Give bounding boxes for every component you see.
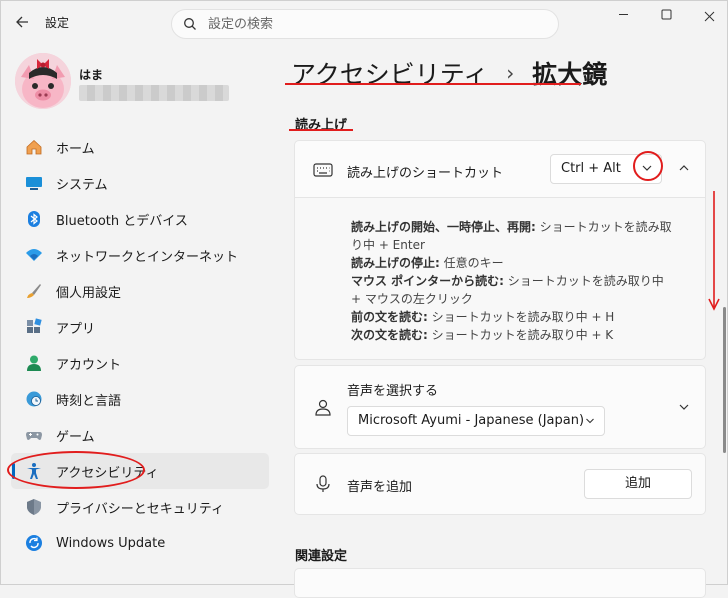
sidebar-item-label: 時刻と言語: [56, 393, 122, 409]
chevron-down-icon[interactable]: [677, 400, 691, 414]
search-input[interactable]: [208, 15, 538, 33]
annotation-underline: [285, 83, 581, 85]
sidebar-item-label: Windows Update: [56, 535, 166, 551]
brush-icon: [24, 281, 44, 301]
annotation-arrow-icon: [708, 191, 720, 311]
add-voice-button[interactable]: 追加: [584, 469, 692, 499]
shortcut-dropdown-value: Ctrl + Alt: [561, 161, 621, 176]
home-icon: [24, 137, 44, 157]
annotation-circle: [633, 151, 663, 181]
bluetooth-icon: [24, 209, 44, 229]
voice-card[interactable]: 音声を選択する Microsoft Ayumi - Japanese (Japa…: [294, 365, 706, 449]
user-name: はま: [79, 68, 104, 82]
minimize-icon: [618, 14, 628, 15]
update-icon: [24, 533, 44, 553]
sidebar-item-label: ホーム: [56, 141, 95, 157]
back-arrow-icon: [16, 16, 28, 28]
back-button[interactable]: [11, 12, 33, 32]
microphone-icon: [316, 475, 330, 492]
close-icon: [704, 11, 714, 22]
sidebar-item-label: ネットワークとインターネット: [56, 249, 239, 265]
monitor-icon: [24, 173, 44, 193]
scrollbar-thumb[interactable]: [723, 307, 726, 453]
sidebar-item-windows-update[interactable]: Windows Update: [11, 525, 269, 561]
speaker-person-icon: [315, 399, 331, 416]
sidebar-item-accounts[interactable]: アカウント: [11, 345, 269, 381]
accessibility-icon: [24, 461, 44, 481]
chevron-up-icon[interactable]: [677, 161, 691, 175]
user-email-redacted: [79, 85, 229, 101]
page-title: 拡大鏡: [532, 60, 608, 89]
sidebar-item-label: Bluetooth とデバイス: [56, 213, 188, 229]
avatar: [15, 53, 71, 109]
shortcut-description: 読み上げの開始、一時停止、再開: ショートカットを読み取り中 + Enter 読…: [351, 218, 673, 344]
sidebar-item-accessibility[interactable]: アクセシビリティ: [7, 451, 269, 489]
minimize-button[interactable]: [603, 5, 643, 29]
breadcrumb: アクセシビリティ › 拡大鏡: [291, 55, 607, 91]
shortcut-label: 読み上げのショートカット: [347, 166, 504, 181]
chevron-down-icon: [586, 418, 594, 424]
sidebar-item-time-language[interactable]: 時刻と言語: [11, 381, 269, 417]
voice-dropdown-value: Microsoft Ayumi - Japanese (Japan): [358, 413, 585, 428]
maximize-button[interactable]: [646, 5, 686, 29]
description-line: マウス ポインターから読む: ショートカットを読み取り中 + マウスの左クリック: [351, 274, 664, 306]
settings-window: 設定 設定の検索 はま ホーム システム Bluetooth とデバイス ネット…: [0, 0, 728, 598]
breadcrumb-separator: ›: [506, 61, 515, 85]
sidebar-item-label: アクセシビリティ: [56, 465, 159, 481]
sidebar-item-gaming[interactable]: ゲーム: [11, 417, 269, 453]
sidebar-item-network[interactable]: ネットワークとインターネット: [11, 237, 269, 273]
search-box[interactable]: [171, 9, 559, 39]
shield-icon: [24, 497, 44, 517]
keyboard-icon: [313, 163, 333, 177]
maximize-icon: [661, 9, 671, 20]
sidebar-item-label: プライバシーとセキュリティ: [56, 501, 224, 517]
description-line: 読み上げの開始、一時停止、再開: ショートカットを読み取り中 + Enter: [351, 220, 672, 252]
voice-dropdown[interactable]: Microsoft Ayumi - Japanese (Japan): [347, 406, 605, 436]
person-icon: [24, 353, 44, 373]
pig-avatar-icon: [15, 53, 71, 109]
description-line: 前の文を読む: ショートカットを読み取り中 + H: [351, 310, 615, 324]
sidebar-item-label: ゲーム: [56, 429, 95, 445]
shortcut-card[interactable]: 読み上げのショートカット Ctrl + Alt: [294, 140, 706, 198]
search-icon: [184, 18, 196, 30]
add-voice-card: 音声を追加 追加: [294, 453, 706, 515]
sidebar-item-personalization[interactable]: 個人用設定: [11, 273, 269, 309]
sidebar-item-bluetooth[interactable]: Bluetooth とデバイス: [11, 201, 269, 237]
annotation-underline: [289, 129, 353, 131]
sidebar-item-apps[interactable]: アプリ: [11, 309, 269, 345]
sidebar-item-system[interactable]: システム: [11, 165, 269, 201]
related-settings-title: 関連設定: [295, 549, 348, 564]
sidebar-item-home[interactable]: ホーム: [11, 129, 269, 165]
sidebar-item-label: アプリ: [56, 321, 96, 337]
app-title: 設定: [45, 16, 70, 30]
related-settings-card[interactable]: [294, 568, 706, 598]
close-button[interactable]: [689, 5, 728, 29]
voice-label: 音声を選択する: [347, 384, 439, 399]
add-voice-label: 音声を追加: [347, 480, 413, 495]
gamepad-icon: [24, 425, 44, 445]
description-line: 読み上げの停止: 任意のキー: [351, 256, 504, 270]
sidebar-nav: ホーム システム Bluetooth とデバイス ネットワークとインターネット …: [7, 129, 269, 561]
sidebar-item-label: 個人用設定: [56, 285, 122, 301]
apps-icon: [24, 317, 44, 337]
sidebar-item-privacy-security[interactable]: プライバシーとセキュリティ: [11, 489, 269, 525]
description-line: 次の文を読む: ショートカットを読み取り中 + K: [351, 328, 614, 342]
title-bar: 設定: [1, 1, 727, 41]
sidebar-item-label: システム: [56, 177, 108, 193]
wifi-icon: [24, 245, 44, 265]
clock-globe-icon: [24, 389, 44, 409]
shortcut-details-panel: 読み上げの開始、一時停止、再開: ショートカットを読み取り中 + Enter 読…: [294, 198, 706, 360]
breadcrumb-parent[interactable]: アクセシビリティ: [291, 55, 488, 91]
sidebar-item-label: アカウント: [56, 357, 122, 373]
